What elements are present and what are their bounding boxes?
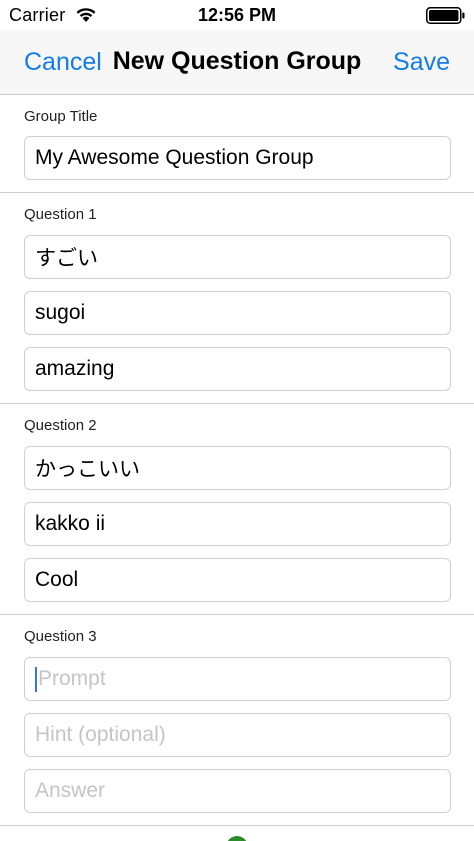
section-divider: [0, 614, 474, 615]
question-1-answer-field[interactable]: amazing: [24, 347, 451, 391]
navigation-bar: Cancel New Question Group Save: [0, 30, 474, 95]
prompt-placeholder: Prompt: [38, 667, 106, 690]
question-1-hint-field[interactable]: sugoi: [24, 291, 451, 335]
question-3-prompt-field[interactable]: Prompt: [24, 657, 451, 701]
question-1-label: Question 1: [24, 206, 97, 223]
question-3-hint-field[interactable]: Hint (optional): [24, 713, 451, 757]
question-3-label: Question 3: [24, 628, 97, 645]
text-cursor: [35, 666, 37, 692]
status-time: 12:56 PM: [197, 5, 277, 25]
hint-placeholder: Hint (optional): [35, 723, 166, 746]
question-2-hint-field[interactable]: kakko ii: [24, 502, 451, 546]
section-divider: [0, 825, 474, 826]
question-2-prompt-field[interactable]: かっこいい: [24, 446, 451, 490]
battery-icon: [426, 7, 465, 24]
question-3-answer-field[interactable]: Answer: [24, 769, 451, 813]
save-button[interactable]: Save: [393, 48, 450, 77]
group-title-label: Group Title: [24, 108, 98, 125]
status-bar: Carrier 12:56 PM: [0, 0, 474, 30]
answer-placeholder: Answer: [35, 779, 106, 802]
add-question-button[interactable]: [226, 836, 248, 841]
question-2-label: Question 2: [24, 417, 97, 434]
section-divider: [0, 192, 474, 193]
question-1-prompt-field[interactable]: すごい: [24, 235, 451, 279]
group-title-field[interactable]: My Awesome Question Group: [24, 136, 451, 180]
section-divider: [0, 403, 474, 404]
question-2-answer-field[interactable]: Cool: [24, 558, 451, 602]
